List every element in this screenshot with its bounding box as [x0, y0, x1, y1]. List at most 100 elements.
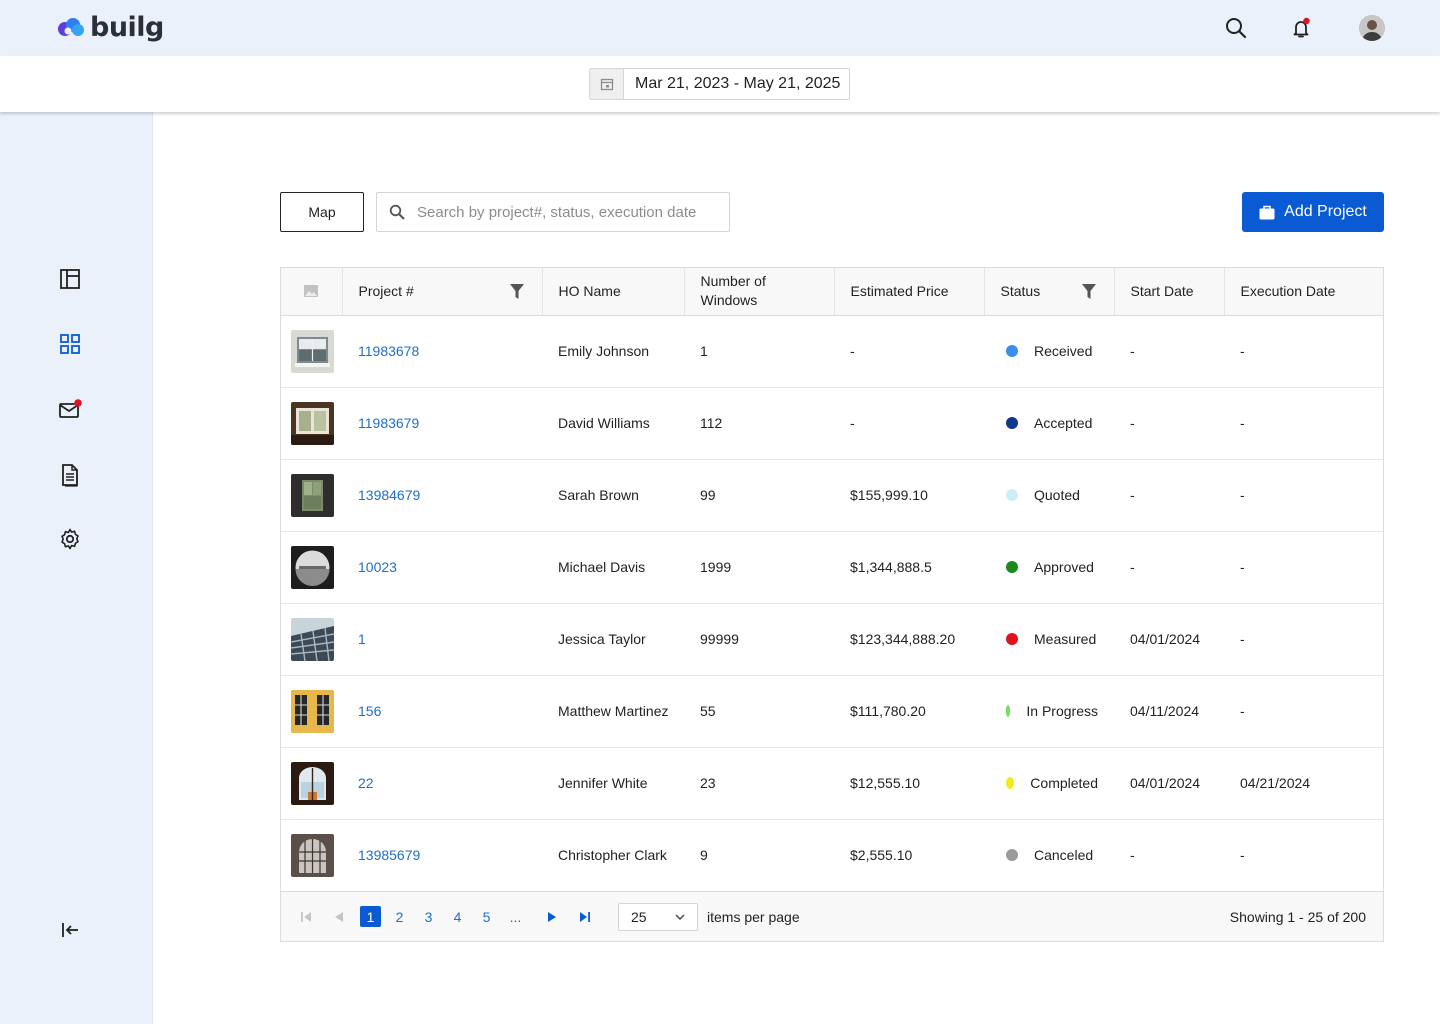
settings-gear-icon[interactable]: [56, 525, 84, 553]
document-icon[interactable]: [56, 461, 84, 489]
status-dot: [1006, 705, 1011, 717]
table-row[interactable]: 13984679 Sarah Brown 99 $155,999.10 Quoted - -: [281, 459, 1383, 532]
status-dot: [1006, 489, 1018, 501]
date-range-picker[interactable]: Mar 21, 2023 - May 21, 2025: [589, 68, 850, 100]
execution-date-cell: -: [1224, 387, 1383, 460]
column-header-execution-date[interactable]: Execution Date: [1224, 268, 1383, 316]
last-page-icon[interactable]: [575, 907, 595, 927]
table-row[interactable]: 22 Jennifer White 23 $12,555.10 Completed 04/…: [281, 747, 1383, 820]
column-header-windows[interactable]: Number of Windows: [684, 268, 835, 316]
items-per-page-value: 25: [631, 908, 647, 925]
start-date-cell: -: [1114, 459, 1224, 532]
status-label: Measured: [1034, 631, 1097, 647]
collapse-sidebar-icon[interactable]: [56, 916, 84, 944]
project-link[interactable]: 13984679: [358, 487, 420, 503]
execution-date-cell: -: [1224, 459, 1383, 532]
page-number-4[interactable]: 4: [447, 906, 468, 927]
user-avatar[interactable]: [1359, 15, 1385, 41]
price-cell: $155,999.10: [834, 459, 984, 532]
mail-icon[interactable]: [56, 396, 84, 424]
search-icon: [377, 204, 417, 220]
column-header-price[interactable]: Estimated Price: [834, 268, 985, 316]
logo[interactable]: builg: [56, 10, 164, 44]
column-header-start-date[interactable]: Start Date: [1114, 268, 1225, 316]
column-header-ho-name[interactable]: HO Name: [542, 268, 685, 316]
page-number-2[interactable]: 2: [389, 906, 410, 927]
status-dot: [1006, 561, 1018, 573]
status-label: Completed: [1030, 775, 1098, 791]
pagination-bar: 1 2 3 4 5... 25 items per page Showing 1 - 2…: [281, 891, 1383, 941]
table-row[interactable]: 11983679 David Williams 112- Accepted - -: [281, 387, 1383, 460]
table-row[interactable]: 13985679 Christopher Clark 9 $2,555.10 Cance…: [281, 819, 1383, 892]
status-cell: Measured: [984, 603, 1114, 676]
start-date-cell: -: [1114, 387, 1224, 460]
page-number-3[interactable]: 3: [418, 906, 439, 927]
column-header-status[interactable]: Status: [984, 268, 1115, 316]
status-cell: Canceled: [984, 819, 1114, 892]
page-number-5[interactable]: 5: [476, 906, 497, 927]
price-cell: $2,555.10: [834, 819, 984, 892]
project-thumbnail[interactable]: [281, 747, 342, 820]
project-link[interactable]: 11983679: [358, 415, 419, 431]
table-header-row: Project # HO Name Number of Windows Esti…: [281, 268, 1383, 316]
search-input[interactable]: [417, 203, 717, 221]
price-cell: $12,555.10: [834, 747, 984, 820]
start-date-cell: 04/01/2024: [1114, 603, 1224, 676]
map-button[interactable]: Map: [280, 192, 364, 232]
price-cell: $111,780.20: [834, 675, 984, 748]
showing-count: Showing 1 - 25 of 200: [1229, 908, 1366, 925]
project-link[interactable]: 11983678: [358, 343, 419, 359]
project-number-cell: 22: [342, 747, 542, 820]
first-page-icon[interactable]: [296, 907, 316, 927]
next-page-icon[interactable]: [542, 907, 562, 927]
table-row[interactable]: 10023 Michael Davis 1999 $1,344,888.5 Approv…: [281, 531, 1383, 604]
project-thumbnail[interactable]: [281, 603, 342, 676]
previous-page-icon[interactable]: [329, 907, 349, 927]
column-header-project[interactable]: Project #: [342, 268, 543, 316]
status-label: Accepted: [1034, 415, 1093, 431]
calendar-icon[interactable]: [590, 69, 624, 99]
status-cell: Quoted: [984, 459, 1114, 532]
table-row[interactable]: 1 Jessica Taylor 99999 $123,344,888.20 Measu…: [281, 603, 1383, 676]
ho-name-cell: Matthew Martinez: [542, 675, 684, 748]
dashboard-grid-icon[interactable]: [56, 330, 84, 358]
add-project-button[interactable]: Add Project: [1242, 192, 1384, 232]
windows-cell: 112: [684, 387, 834, 460]
execution-date-cell: -: [1224, 315, 1383, 388]
items-per-page-select[interactable]: 25: [618, 902, 698, 931]
project-thumbnail[interactable]: [281, 531, 342, 604]
ho-name-cell: Michael Davis: [542, 531, 684, 604]
page-ellipsis[interactable]: ...: [505, 906, 526, 927]
project-link[interactable]: 10023: [358, 559, 397, 575]
execution-date-cell: -: [1224, 531, 1383, 604]
start-date-cell: -: [1114, 531, 1224, 604]
project-link[interactable]: 22: [358, 775, 374, 791]
search-icon[interactable]: [1222, 14, 1250, 42]
price-cell: -: [834, 387, 984, 460]
project-link[interactable]: 13985679: [358, 847, 420, 863]
page-numbers: 1 2 3 4 5...: [360, 906, 526, 927]
project-thumbnail[interactable]: [281, 315, 342, 388]
project-thumbnail[interactable]: [281, 387, 342, 460]
project-link[interactable]: 1: [358, 631, 366, 647]
page-number-1[interactable]: 1: [360, 906, 381, 927]
status-label: In Progress: [1026, 703, 1098, 719]
project-number-cell: 11983679: [342, 387, 542, 460]
status-filter-icon[interactable]: [1081, 284, 1096, 304]
status-dot: [1006, 777, 1015, 789]
price-cell: -: [834, 315, 984, 388]
windows-cell: 55: [684, 675, 834, 748]
project-thumbnail[interactable]: [281, 459, 342, 532]
sidebar-layout-icon[interactable]: [56, 265, 84, 293]
project-thumbnail[interactable]: [281, 819, 342, 892]
start-date-cell: 04/01/2024: [1114, 747, 1224, 820]
project-thumbnail[interactable]: [281, 675, 342, 748]
windows-cell: 23: [684, 747, 834, 820]
notification-bell-icon[interactable]: [1287, 14, 1315, 42]
project-link[interactable]: 156: [358, 703, 381, 719]
ho-name-cell: Sarah Brown: [542, 459, 684, 532]
table-row[interactable]: 156 Matthew Martinez 55 $111,780.20 In Progr…: [281, 675, 1383, 748]
table-row[interactable]: 11983678 Emily Johnson 1- Received - -: [281, 315, 1383, 388]
project-filter-icon[interactable]: [509, 284, 524, 304]
items-per-page-label: items per page: [707, 908, 800, 925]
